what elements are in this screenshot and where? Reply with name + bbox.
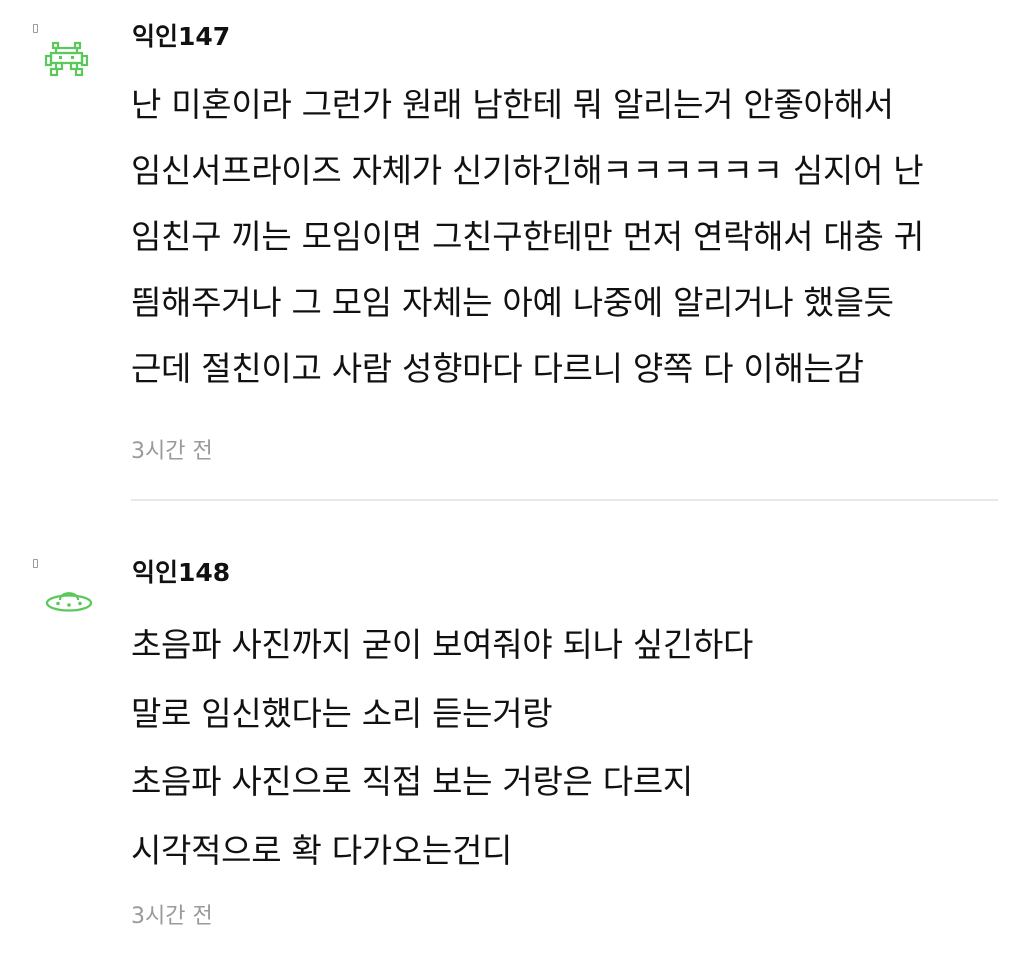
comment-line: 띔해주거나 그 모임 자체는 아예 나중에 알리거나 했을듯: [131, 283, 894, 322]
pixel-invader-icon: [44, 40, 94, 84]
comment-body: 난 미혼이라 그런가 원래 남한테 뭐 알리는거 안좋아해서 임신서프라이즈 자…: [131, 76, 1011, 406]
comment-divider: [131, 499, 998, 501]
ufo-icon: [44, 580, 94, 624]
bookmark-icon[interactable]: [33, 24, 38, 33]
comment-line: 시각적으로 확 다가오는건디: [131, 830, 513, 870]
comment-line: 말로 임신했다는 소리 듣는거랑: [131, 693, 553, 733]
comment-line: 난 미혼이라 그런가 원래 남한테 뭐 알리는거 안좋아해서: [131, 85, 894, 124]
timestamp: 3시간 전: [131, 904, 213, 929]
comment-line: 초음파 사진으로 직접 보는 거랑은 다르지: [131, 762, 693, 801]
comment-item: 익인148 초음파 사진까지 굳이 보여줘야 되나 싶긴하다 말로 임신했다는 …: [0, 540, 1024, 966]
comment-item: 익인147 난 미혼이라 그런가 원래 남한테 뭐 알리는거 안좋아해서 임신서…: [0, 0, 1024, 500]
timestamp: 3시간 전: [131, 439, 213, 464]
comment-body: 초음파 사진까지 굳이 보여줘야 되나 싶긴하다 말로 임신했다는 소리 듣는거…: [131, 616, 1011, 890]
comment-line: 초음파 사진까지 굳이 보여줘야 되나 싶긴하다: [131, 625, 754, 664]
author-name[interactable]: 익인148: [132, 558, 230, 588]
comment-line: 근데 절친이고 사람 성향마다 다르니 양쪽 다 이해는감: [131, 349, 864, 388]
comment-line: 임신서프라이즈 자체가 신기하긴해ㅋㅋㅋㅋㅋㅋ 심지어 난: [131, 151, 924, 190]
author-name[interactable]: 익인147: [132, 22, 230, 52]
bookmark-icon[interactable]: [33, 559, 38, 568]
comment-line: 임친구 끼는 모임이면 그친구한테만 먼저 연락해서 대충 귀: [131, 217, 924, 256]
